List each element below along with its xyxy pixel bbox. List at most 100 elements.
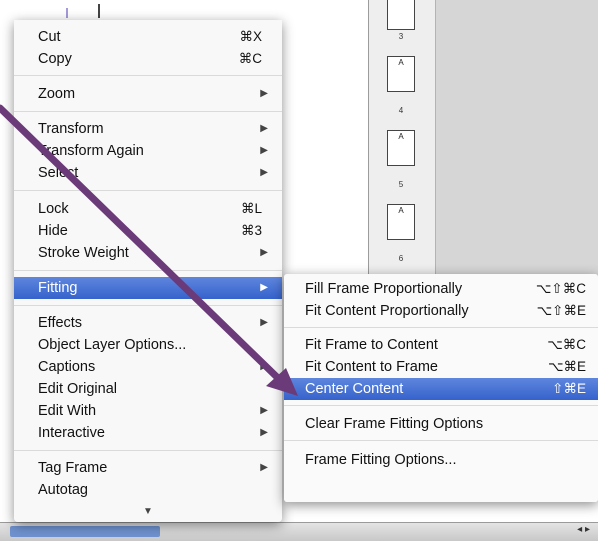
menu-item-label: Cut xyxy=(38,29,61,45)
scroll-down-icon[interactable]: ▼ xyxy=(14,506,282,517)
menu-separator xyxy=(14,270,282,271)
submenu-arrow-icon: ▶ xyxy=(260,462,268,473)
submenu-item-label: Center Content xyxy=(305,381,404,397)
menu-item-label: Transform xyxy=(38,121,104,137)
menu-separator xyxy=(284,440,598,441)
menu-item-cut[interactable]: Cut ⌘X xyxy=(14,26,282,48)
menu-item-shortcut: ⌘C xyxy=(238,51,262,66)
page-number: 5 xyxy=(398,180,404,189)
pages-panel: 3 A 4 A 5 A 6 xyxy=(368,0,598,290)
menu-item-label: Captions xyxy=(38,359,96,375)
page-thumbnail[interactable]: A xyxy=(387,130,415,166)
submenu-arrow-icon: ▶ xyxy=(260,427,268,438)
submenu-item-shortcut: ⌥⇧⌘C xyxy=(535,281,586,296)
submenu-item-clear-frame-fitting-options[interactable]: Clear Frame Fitting Options xyxy=(284,413,598,435)
menu-item-transform[interactable]: Transform ▶ xyxy=(14,118,282,140)
menu-item-label: Lock xyxy=(38,201,69,217)
menu-item-object-layer-options[interactable]: Object Layer Options... xyxy=(14,334,282,356)
menu-item-select[interactable]: Select ▶ xyxy=(14,162,282,184)
menu-item-label: Transform Again xyxy=(38,143,144,159)
menu-separator xyxy=(14,305,282,306)
menu-item-label: Effects xyxy=(38,315,83,331)
submenu-item-label: Fit Content to Frame xyxy=(305,359,438,375)
page-number: 4 xyxy=(398,106,404,115)
menu-item-edit-original[interactable]: Edit Original xyxy=(14,378,282,400)
submenu-arrow-icon: ▶ xyxy=(260,361,268,372)
menu-item-zoom[interactable]: Zoom ▶ xyxy=(14,83,282,105)
menu-separator xyxy=(14,190,282,191)
menu-item-hide[interactable]: Hide ⌘3 xyxy=(14,220,282,242)
menu-item-tag-frame[interactable]: Tag Frame ▶ xyxy=(14,457,282,479)
submenu-item-label: Fill Frame Proportionally xyxy=(305,281,463,297)
menu-item-label: Hide xyxy=(38,223,68,239)
submenu-arrow-icon: ▶ xyxy=(260,405,268,416)
submenu-arrow-icon: ▶ xyxy=(260,88,268,99)
submenu-arrow-icon: ▶ xyxy=(260,282,268,293)
submenu-item-label: Fit Content Proportionally xyxy=(305,303,469,319)
page-number: 6 xyxy=(398,254,404,263)
submenu-arrow-icon: ▶ xyxy=(260,145,268,156)
menu-item-shortcut: ⌘X xyxy=(239,29,262,44)
menu-separator xyxy=(14,111,282,112)
page-thumbnail[interactable]: A xyxy=(387,56,415,92)
submenu-item-fill-frame-proportionally[interactable]: Fill Frame Proportionally ⌥⇧⌘C xyxy=(284,278,598,300)
menu-item-captions[interactable]: Captions ▶ xyxy=(14,356,282,378)
submenu-arrow-icon: ▶ xyxy=(260,167,268,178)
submenu-item-shortcut: ⌥⇧⌘E xyxy=(536,303,586,318)
menu-item-shortcut: ⌘3 xyxy=(240,223,262,238)
menu-separator xyxy=(14,450,282,451)
submenu-item-fit-content-to-frame[interactable]: Fit Content to Frame ⌥⌘E xyxy=(284,356,598,378)
page-thumbnail[interactable]: A xyxy=(387,204,415,240)
submenu-arrow-icon: ▶ xyxy=(260,247,268,258)
context-menu: Cut ⌘X Copy ⌘C Zoom ▶ Transform ▶ Transf… xyxy=(14,20,282,522)
menu-item-label: Edit Original xyxy=(38,381,117,397)
menu-item-autotag[interactable]: Autotag xyxy=(14,479,282,501)
submenu-item-fit-frame-to-content[interactable]: Fit Frame to Content ⌥⌘C xyxy=(284,334,598,356)
menu-item-label: Stroke Weight xyxy=(38,245,129,261)
menu-item-label: Copy xyxy=(38,51,72,67)
menu-separator xyxy=(14,75,282,76)
submenu-item-shortcut: ⇧⌘E xyxy=(552,381,586,396)
submenu-item-shortcut: ⌥⌘C xyxy=(547,337,586,352)
page-thumbnail[interactable] xyxy=(387,0,415,30)
menu-separator xyxy=(284,327,598,328)
menu-item-fitting[interactable]: Fitting ▶ xyxy=(14,277,282,299)
menu-item-transform-again[interactable]: Transform Again ▶ xyxy=(14,140,282,162)
horizontal-scrollbar-thumb[interactable] xyxy=(10,526,160,537)
menu-item-label: Select xyxy=(38,165,79,181)
submenu-item-label: Fit Frame to Content xyxy=(305,337,438,353)
master-letter: A xyxy=(398,58,404,67)
master-letter: A xyxy=(398,206,404,215)
menu-item-lock[interactable]: Lock ⌘L xyxy=(14,198,282,220)
menu-item-label: Interactive xyxy=(38,425,105,441)
menu-separator xyxy=(284,405,598,406)
menu-item-copy[interactable]: Copy ⌘C xyxy=(14,48,282,70)
submenu-item-label: Clear Frame Fitting Options xyxy=(305,416,484,432)
menu-item-label: Tag Frame xyxy=(38,460,108,476)
canvas-top-strip xyxy=(0,0,370,20)
fitting-submenu: Fill Frame Proportionally ⌥⇧⌘C Fit Conte… xyxy=(284,274,598,502)
submenu-item-shortcut: ⌥⌘E xyxy=(547,359,586,374)
submenu-item-frame-fitting-options[interactable]: Frame Fitting Options... xyxy=(284,449,598,471)
menu-item-label: Zoom xyxy=(38,86,76,102)
menu-item-stroke-weight[interactable]: Stroke Weight ▶ xyxy=(14,242,282,264)
text-cursor-mark xyxy=(66,8,68,18)
scroll-arrows-icon[interactable]: ◂ ▸ xyxy=(577,524,590,535)
window-bottom-bar: ◂ ▸ xyxy=(0,522,598,541)
menu-item-label: Autotag xyxy=(38,482,88,498)
menu-item-edit-with[interactable]: Edit With ▶ xyxy=(14,400,282,422)
menu-item-label: Object Layer Options... xyxy=(38,337,187,353)
submenu-arrow-icon: ▶ xyxy=(260,317,268,328)
submenu-item-label: Frame Fitting Options... xyxy=(305,452,457,468)
pages-thumbnail-strip[interactable]: 3 A 4 A 5 A 6 xyxy=(369,0,436,290)
menu-item-effects[interactable]: Effects ▶ xyxy=(14,312,282,334)
ruler-mark xyxy=(98,4,100,18)
menu-item-interactive[interactable]: Interactive ▶ xyxy=(14,422,282,444)
submenu-arrow-icon: ▶ xyxy=(260,123,268,134)
page-number: 3 xyxy=(398,32,404,41)
submenu-item-center-content[interactable]: Center Content ⇧⌘E xyxy=(284,378,598,400)
menu-item-shortcut: ⌘L xyxy=(240,201,262,216)
menu-item-label: Fitting xyxy=(38,280,78,296)
menu-item-label: Edit With xyxy=(38,403,97,419)
submenu-item-fit-content-proportionally[interactable]: Fit Content Proportionally ⌥⇧⌘E xyxy=(284,300,598,322)
